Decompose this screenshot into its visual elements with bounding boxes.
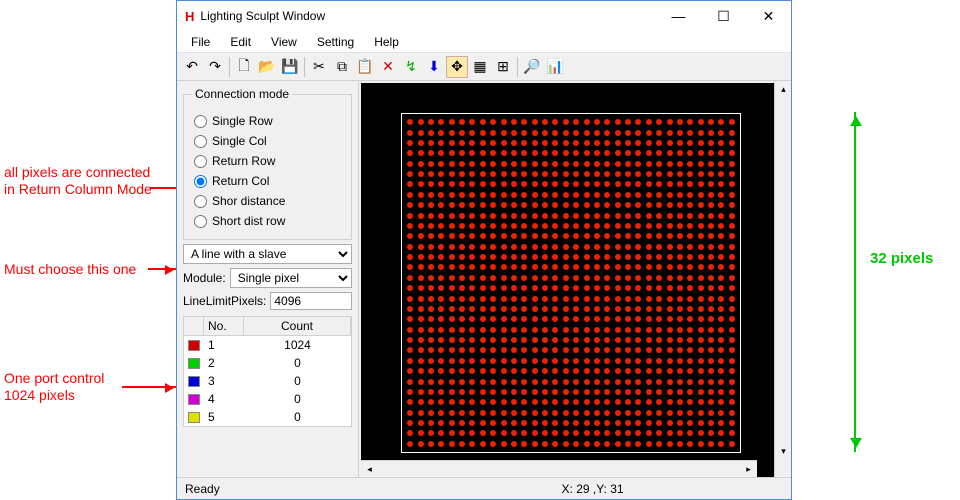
scroll-down-icon[interactable]: ▾ <box>775 443 791 460</box>
annotation-arrow-3 <box>122 386 178 388</box>
menu-file[interactable]: File <box>183 33 218 51</box>
radio-return-col[interactable]: Return Col <box>192 171 343 191</box>
app-icon: H <box>185 9 194 24</box>
window-title: Lighting Sculpt Window <box>200 9 656 23</box>
close-button[interactable]: ✕ <box>746 1 791 31</box>
grid1-icon[interactable]: ▦ <box>469 56 491 78</box>
grid2-icon[interactable]: ⊞ <box>492 56 514 78</box>
annotation-port-count: One port control 1024 pixels <box>4 370 104 404</box>
radio-short-dist-row[interactable]: Short dist row <box>192 211 343 231</box>
vertical-scrollbar[interactable]: ▴ ▾ <box>774 81 791 477</box>
find-icon[interactable]: 🔎 <box>521 56 543 78</box>
undo-icon[interactable]: ↶ <box>181 56 203 78</box>
cut-icon[interactable]: ✂ <box>308 56 330 78</box>
menu-help[interactable]: Help <box>366 33 407 51</box>
save-icon[interactable]: 💾 <box>279 56 301 78</box>
scroll-up-icon[interactable]: ▴ <box>775 81 791 98</box>
connection-mode-title: Connection mode <box>192 87 292 101</box>
ports-table: No. Count 1102420304050 <box>183 316 352 427</box>
status-ready: Ready <box>185 482 562 496</box>
table-row[interactable]: 50 <box>184 408 351 426</box>
connection-mode-group: Connection mode Single Row Single Col Re… <box>183 87 352 240</box>
open-icon[interactable]: 📂 <box>256 56 278 78</box>
radio-single-row[interactable]: Single Row <box>192 111 343 131</box>
pixel-grid[interactable] <box>401 113 741 453</box>
tool-arrow-icon[interactable]: ↯ <box>400 56 422 78</box>
module-label: Module: <box>183 271 226 285</box>
line-limit-input[interactable] <box>270 292 352 310</box>
ports-header-no: No. <box>204 317 244 335</box>
minimize-button[interactable]: — <box>656 1 701 31</box>
slave-select[interactable]: A line with a slave <box>183 244 352 264</box>
menu-edit[interactable]: Edit <box>222 33 259 51</box>
paste-icon[interactable]: 📋 <box>354 56 376 78</box>
canvas-area: ◂ ▸ ▴ ▾ <box>359 81 791 477</box>
redo-icon[interactable]: ↷ <box>204 56 226 78</box>
table-row[interactable]: 20 <box>184 354 351 372</box>
canvas-background[interactable] <box>361 83 774 477</box>
scroll-right-icon[interactable]: ▸ <box>740 461 757 477</box>
annotation-return-col: all pixels are connected in Return Colum… <box>4 164 152 198</box>
copy-icon[interactable]: ⧉ <box>331 56 353 78</box>
annotation-choose-this: Must choose this one <box>4 261 136 278</box>
radio-single-col[interactable]: Single Col <box>192 131 343 151</box>
scroll-left-icon[interactable]: ◂ <box>361 461 378 477</box>
menubar: File Edit View Setting Help <box>177 31 791 53</box>
dimension-height-label: 32 pixels <box>870 250 933 267</box>
table-row[interactable]: 40 <box>184 390 351 408</box>
chart-icon[interactable]: 📊 <box>544 56 566 78</box>
radio-short-distance[interactable]: Shor distance <box>192 191 343 211</box>
radio-return-row[interactable]: Return Row <box>192 151 343 171</box>
line-limit-label: LineLimitPixels: <box>183 294 266 308</box>
sidebar-panel: Connection mode Single Row Single Col Re… <box>177 81 359 477</box>
delete-icon[interactable]: ✕ <box>377 56 399 78</box>
menu-view[interactable]: View <box>263 33 305 51</box>
tool-down-icon[interactable]: ⬇ <box>423 56 445 78</box>
dimension-height-line <box>854 112 856 452</box>
maximize-button[interactable]: ☐ <box>701 1 746 31</box>
table-row[interactable]: 30 <box>184 372 351 390</box>
status-coords: X: 29 ,Y: 31 <box>562 482 783 496</box>
tool-move-icon[interactable]: ✥ <box>446 56 468 78</box>
annotation-arrow-2 <box>148 268 178 270</box>
menu-setting[interactable]: Setting <box>309 33 362 51</box>
new-icon[interactable]: 🗋 <box>233 56 255 78</box>
table-row[interactable]: 11024 <box>184 336 351 354</box>
app-window: H Lighting Sculpt Window — ☐ ✕ File Edit… <box>176 0 792 500</box>
toolbar: ↶ ↷ 🗋 📂 💾 ✂ ⧉ 📋 ✕ ↯ ⬇ ✥ ▦ ⊞ 🔎 📊 <box>177 53 791 81</box>
statusbar: Ready X: 29 ,Y: 31 <box>177 477 791 499</box>
ports-header-count: Count <box>244 317 351 335</box>
module-select[interactable]: Single pixel <box>230 268 352 288</box>
horizontal-scrollbar[interactable]: ◂ ▸ <box>361 460 757 477</box>
titlebar: H Lighting Sculpt Window — ☐ ✕ <box>177 1 791 31</box>
